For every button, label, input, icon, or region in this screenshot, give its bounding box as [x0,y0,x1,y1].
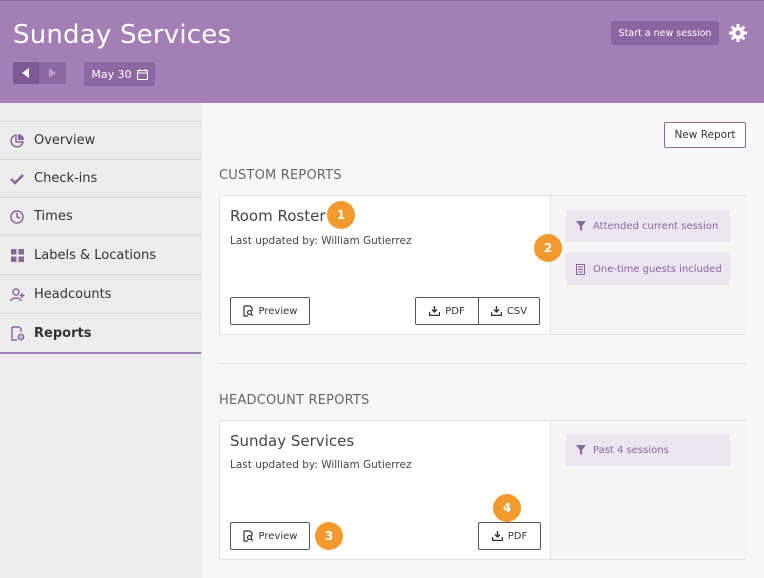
sidebar-item-label: Times [34,209,73,224]
download-icon [491,531,503,541]
sidebar-item-label: Headcounts [34,287,112,302]
section-divider [219,363,746,364]
callout-badge-1: 1 [327,201,355,229]
filter-label: One-time guests included [593,263,722,275]
download-icon [429,306,441,316]
pdf-label: PDF [507,530,528,542]
preview-button[interactable]: Preview [230,522,310,550]
start-new-session-button[interactable]: Start a new session [611,21,719,45]
gear-icon[interactable] [728,23,748,43]
headcount-reports-heading: HEADCOUNT REPORTS [219,393,370,408]
date-picker-button[interactable]: May 30 [84,62,155,86]
date-nav-arrows [13,62,66,84]
sidebar-item-times[interactable]: Times [0,198,201,236]
csv-label: CSV [506,305,528,317]
add-person-icon [9,287,25,303]
filter-tag-sessions: Past 4 sessions [566,434,730,466]
sidebar-item-labels-locations[interactable]: Labels & Locations [0,237,201,275]
preview-label: Preview [258,305,298,317]
checkmark-icon [9,171,25,187]
app-header: Sunday Services May 30 Start a new sessi… [0,0,764,103]
next-date-button[interactable] [39,62,65,84]
report-card-body: Room Roster Last updated by: William Gut… [220,196,550,334]
callout-badge-3: 3 [315,522,343,550]
report-filters-panel: Attended current session One-time guests… [550,196,746,334]
pdf-download-button[interactable]: PDF [478,522,541,550]
preview-label: Preview [258,530,298,542]
report-updated-by: Last updated by: William Gutierrez [230,235,412,247]
page-title: Sunday Services [13,20,232,50]
callout-badge-2: 2 [534,234,562,262]
pie-chart-icon [9,133,25,149]
sidebar-item-check-ins[interactable]: Check-ins [0,160,201,198]
sidebar-item-label: Labels & Locations [34,248,157,263]
sidebar-item-label: Overview [34,133,96,148]
report-card-sunday-services: Sunday Services Last updated by: William… [219,420,746,560]
filter-icon [576,445,586,455]
filter-icon [576,221,586,231]
export-button-group: PDF CSV [415,297,540,325]
sidebar-item-headcounts[interactable]: Headcounts [0,276,201,314]
download-icon [490,306,502,316]
filter-tag-guests: One-time guests included [566,253,730,285]
report-title: Room Roster [230,207,326,225]
pdf-download-button[interactable]: PDF [416,298,478,324]
triangle-right-icon [49,68,56,78]
sidebar-item-label: Reports [34,325,92,341]
pdf-label: PDF [445,305,465,317]
new-report-button[interactable]: New Report [664,122,746,148]
document-icon [576,263,586,275]
report-filters-panel: Past 4 sessions [550,421,746,559]
preview-icon [242,305,253,317]
triangle-left-icon [22,68,29,78]
sidebar-item-reports[interactable]: Reports [0,314,201,354]
calendar-icon [136,68,148,80]
clock-icon [9,209,25,225]
callout-badge-4: 4 [493,494,521,522]
date-label: May 30 [91,67,132,81]
preview-icon [242,530,253,542]
report-card-body: Sunday Services Last updated by: William… [220,421,550,559]
grid-icon [9,248,25,264]
filter-label: Attended current session [593,220,719,232]
preview-button[interactable]: Preview [230,297,310,325]
custom-reports-heading: CUSTOM REPORTS [219,168,342,183]
report-card-room-roster: Room Roster Last updated by: William Gut… [219,195,746,335]
sidebar-item-label: Check-ins [34,171,98,186]
previous-date-button[interactable] [13,62,39,84]
sidebar-item-overview[interactable]: Overview [0,122,201,160]
report-gear-icon [9,325,25,341]
csv-download-button[interactable]: CSV [478,298,539,324]
filter-label: Past 4 sessions [593,444,669,456]
filter-tag-attended: Attended current session [566,210,730,242]
report-updated-by: Last updated by: William Gutierrez [230,459,412,471]
report-title: Sunday Services [230,432,355,450]
